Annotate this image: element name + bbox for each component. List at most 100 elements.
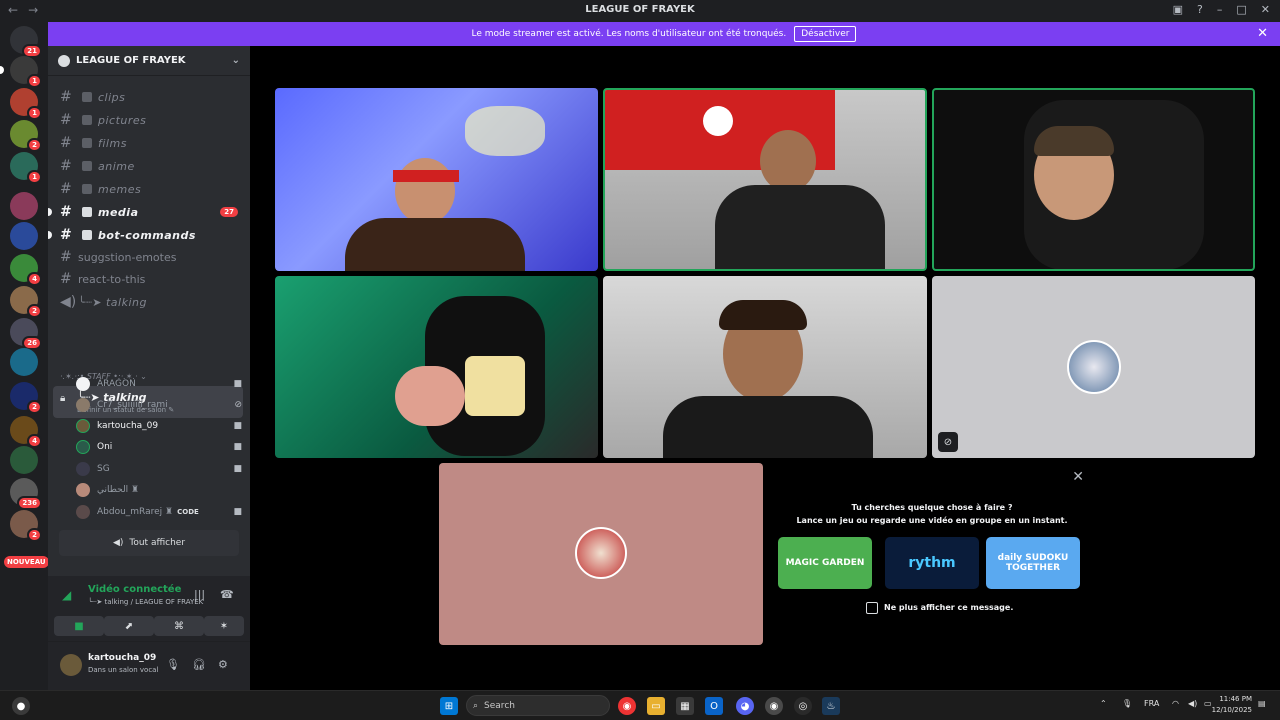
store-icon[interactable]: ▦: [676, 697, 694, 715]
volume-icon[interactable]: ◀): [1188, 699, 1197, 708]
video-tile[interactable]: [275, 88, 598, 271]
server-icon[interactable]: 2: [10, 286, 42, 318]
chevron-up-icon[interactable]: ⌃: [1100, 699, 1107, 708]
soundboard-button[interactable]: ✶: [204, 616, 244, 636]
camera-toggle-button[interactable]: ■: [54, 616, 104, 636]
mic-icon[interactable]: 🎙︎: [1122, 699, 1132, 708]
server-icon[interactable]: 2: [10, 510, 42, 542]
activity-card-sudoku[interactable]: daily SUDOKU TOGETHER: [986, 537, 1080, 589]
outlook-icon[interactable]: O: [705, 697, 723, 715]
steam-icon[interactable]: ♨: [822, 697, 840, 715]
channel-item[interactable]: # films: [54, 132, 244, 154]
home-dm-button[interactable]: 21: [10, 26, 42, 58]
video-tile-avatar[interactable]: [439, 463, 763, 645]
channel-item[interactable]: # clips: [54, 86, 244, 108]
close-banner-icon[interactable]: ✕: [1257, 26, 1268, 41]
participant-avatar: [575, 527, 627, 579]
channel-item[interactable]: # anime: [54, 155, 244, 177]
channel-name: anime: [98, 159, 135, 173]
mic-icon[interactable]: 🎙︎: [166, 658, 180, 671]
video-tile[interactable]: [603, 276, 927, 458]
signal-icon[interactable]: ◢: [62, 588, 71, 602]
screen-share-button[interactable]: ⬈: [104, 616, 154, 636]
voice-channel-item[interactable]: ◀) ╰┈➤ talking: [54, 291, 244, 313]
voice-user[interactable]: Oni ■: [76, 437, 242, 457]
chrome-profile-icon[interactable]: ◉: [765, 697, 783, 715]
voice-user[interactable]: الحطاني ♜: [76, 480, 242, 500]
avatar[interactable]: [60, 654, 82, 676]
close-icon[interactable]: ✕: [1072, 469, 1084, 485]
server-icon[interactable]: 2: [10, 382, 42, 414]
wifi-icon[interactable]: ◠: [1172, 699, 1179, 708]
server-icon[interactable]: [10, 446, 38, 474]
server-icon[interactable]: [10, 222, 38, 250]
clock[interactable]: 11:46 PM 12/10/2025: [1212, 694, 1252, 716]
disconnect-icon[interactable]: ☎: [220, 588, 234, 601]
show-all-button[interactable]: ◀) Tout afficher: [59, 530, 239, 556]
battery-icon[interactable]: ▭: [1204, 699, 1212, 708]
activity-button[interactable]: ⌘: [154, 616, 204, 636]
voice-connection-panel: ◢ Vidéo connectée ╰┈➤ talking / LEAGUE O…: [48, 576, 250, 642]
video-tile-avatar[interactable]: ⊘: [932, 276, 1255, 458]
close-window-icon[interactable]: ✕: [1261, 3, 1270, 16]
channel-item[interactable]: # bot-commands: [48, 224, 244, 246]
voice-user[interactable]: SG ■: [76, 459, 242, 479]
gear-icon[interactable]: ⚙: [218, 658, 228, 671]
server-icon[interactable]: 26: [10, 318, 42, 350]
server-icon[interactable]: [10, 192, 38, 220]
avatar: [76, 398, 90, 412]
channel-item[interactable]: # pictures: [54, 109, 244, 131]
noise-suppression-icon[interactable]: |||: [194, 588, 205, 601]
voice-location[interactable]: ╰┈➤ talking / LEAGUE OF FRAYEK: [88, 598, 203, 606]
file-explorer-icon[interactable]: ▭: [647, 697, 665, 715]
app-icon[interactable]: ◎: [794, 697, 812, 715]
disable-streamer-button[interactable]: Désactiver: [794, 26, 857, 42]
maximize-icon[interactable]: □: [1236, 3, 1246, 16]
minimize-icon[interactable]: –: [1217, 3, 1223, 16]
hash-icon: #: [60, 227, 72, 243]
window-title: LEAGUE OF FRAYEK: [585, 4, 695, 15]
server-icon[interactable]: 1: [10, 152, 42, 184]
card-label: rythm: [908, 555, 956, 571]
clock-time: 11:46 PM: [1219, 695, 1252, 703]
voice-user-name: Cr7_suiiiiii_rami: [97, 400, 168, 410]
video-tile[interactable]: [603, 88, 927, 271]
server-icon[interactable]: 1: [10, 56, 42, 88]
guild-header[interactable]: LEAGUE OF FRAYEK ⌄: [48, 46, 250, 76]
activity-card-rythm[interactable]: rythm: [885, 537, 979, 589]
dont-show-checkbox[interactable]: [866, 602, 878, 614]
camera-icon: ■: [233, 464, 242, 474]
voice-user[interactable]: Abdou_mRarej ♜ CODE ■: [76, 502, 242, 522]
chrome-icon[interactable]: ◉: [618, 697, 636, 715]
avatar: [76, 462, 90, 476]
channel-item[interactable]: # suggstion-emotes: [54, 246, 244, 268]
channel-item[interactable]: # media 27: [48, 201, 244, 223]
channel-item[interactable]: # memes: [54, 178, 244, 200]
voice-user[interactable]: Cr7_suiiiiii_rami ⊘: [76, 395, 242, 415]
voice-user[interactable]: kartoucha_09 ■: [76, 416, 242, 436]
channel-item[interactable]: # react-to-this: [54, 268, 244, 290]
notification-icon[interactable]: ▤: [1258, 699, 1266, 708]
language-indicator[interactable]: FRA: [1144, 699, 1159, 708]
server-icon[interactable]: 236: [10, 478, 42, 510]
headphones-icon[interactable]: 🎧︎: [192, 658, 206, 671]
discord-icon[interactable]: ◕: [736, 697, 754, 715]
server-icon[interactable]: 4: [10, 254, 42, 286]
voice-user[interactable]: ARAGON ■: [76, 374, 242, 394]
weather-icon[interactable]: ●: [12, 697, 30, 715]
activity-card-magic-garden[interactable]: MAGIC GARDEN: [778, 537, 872, 589]
server-icon[interactable]: 2: [10, 120, 42, 152]
server-icon[interactable]: [10, 348, 38, 376]
activity-title: Tu cherches quelque chose à faire ?: [851, 503, 1013, 512]
taskbar-search[interactable]: ⌕ Search: [466, 695, 610, 716]
channel-sidebar: LEAGUE OF FRAYEK ⌄ # clips # pictures # …: [48, 46, 250, 690]
speaker-icon: ◀): [60, 294, 77, 310]
help-icon[interactable]: ?: [1197, 3, 1203, 16]
video-tile[interactable]: [932, 88, 1255, 271]
server-icon[interactable]: 4: [10, 416, 42, 448]
server-icon[interactable]: 1: [10, 88, 42, 120]
video-tile[interactable]: [275, 276, 598, 458]
hash-icon: #: [60, 89, 72, 105]
start-button[interactable]: ⊞: [440, 697, 458, 715]
inbox-icon[interactable]: ▣: [1173, 3, 1183, 16]
